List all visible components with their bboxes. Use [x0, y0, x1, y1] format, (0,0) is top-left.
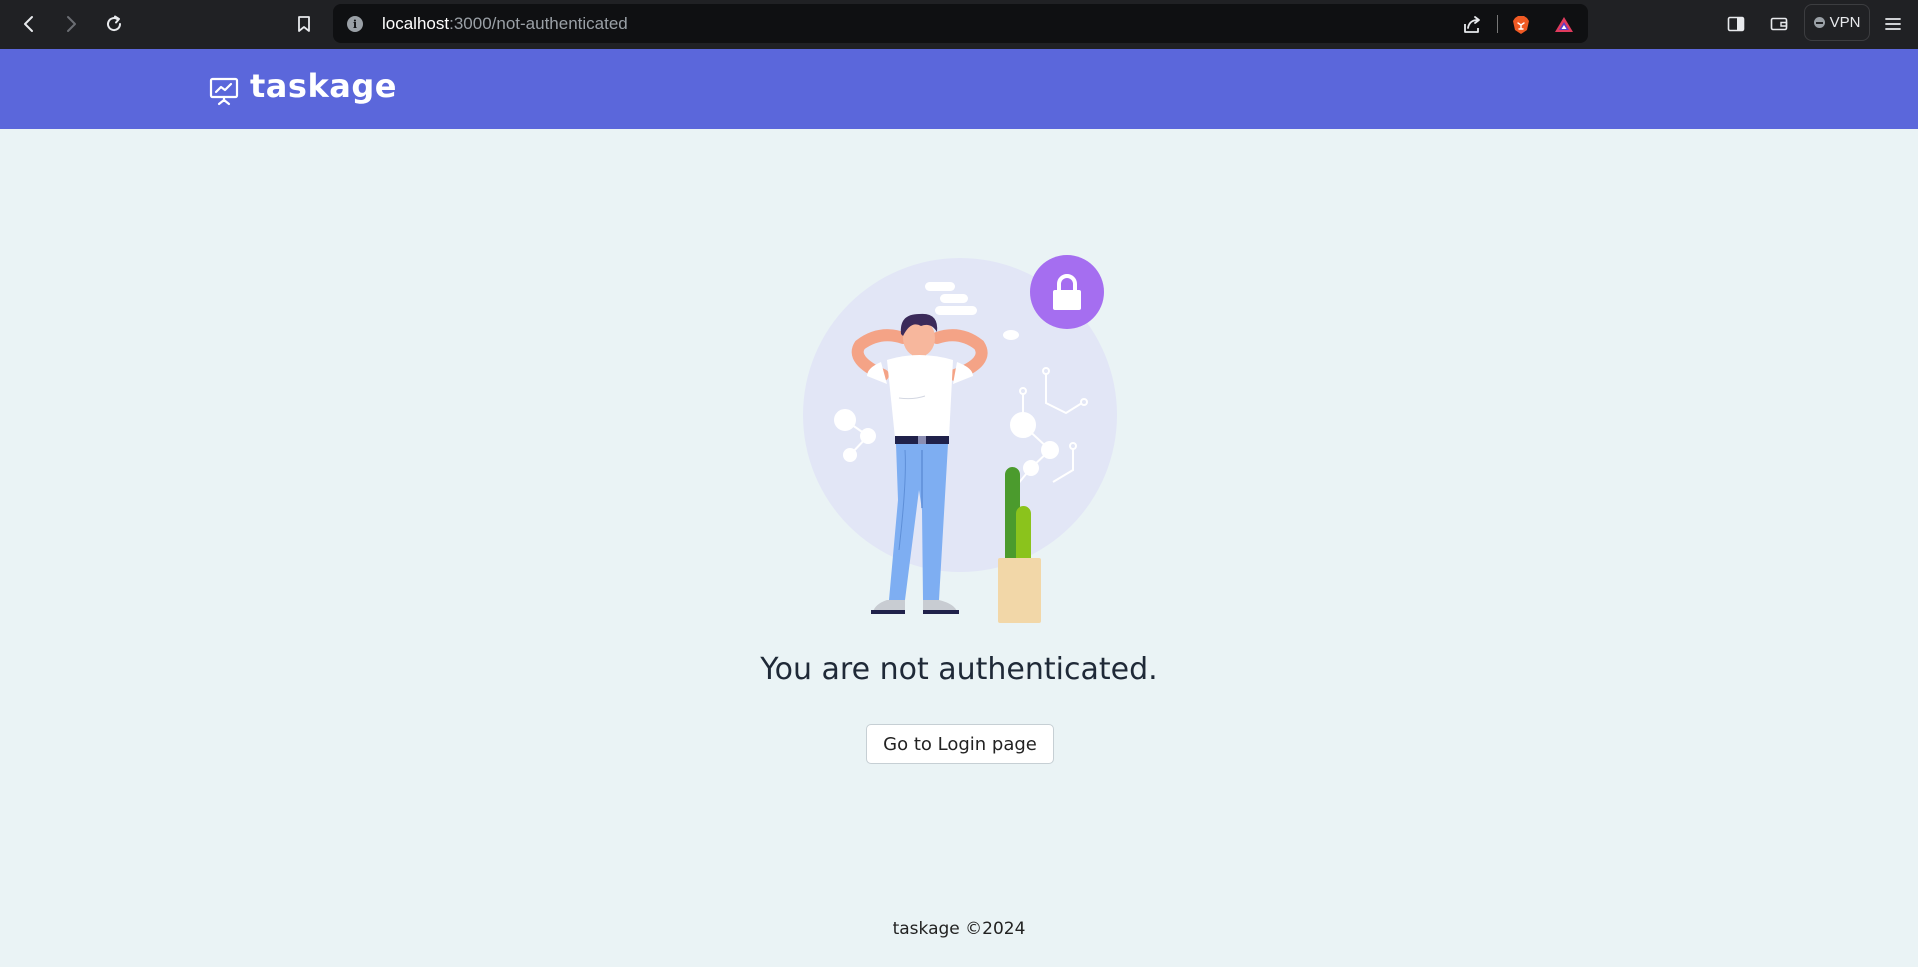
app-header: taskage	[0, 49, 1918, 129]
sidebar-icon	[1727, 16, 1745, 32]
wallet-button[interactable]	[1765, 10, 1793, 38]
address-bar[interactable]: i localhost:3000/not-authenticated	[333, 4, 1588, 43]
app-logo-text[interactable]: taskage	[250, 67, 397, 105]
back-button[interactable]	[15, 10, 43, 38]
arrow-right-icon	[67, 16, 76, 32]
vpn-status-icon	[1813, 17, 1825, 28]
vpn-button[interactable]: VPN	[1804, 4, 1870, 41]
url-host: localhost	[382, 14, 450, 33]
reload-icon	[107, 15, 122, 32]
share-icon	[1464, 16, 1480, 33]
reload-button[interactable]	[100, 10, 128, 38]
sidebar-button[interactable]	[1722, 10, 1750, 38]
share-button[interactable]	[1461, 14, 1483, 36]
brave-lion-icon	[1513, 16, 1529, 34]
site-info-icon[interactable]: i	[347, 16, 363, 32]
browser-toolbar: i localhost:3000/not-authenticated VPN	[0, 0, 1918, 49]
wallet-icon	[1770, 17, 1788, 31]
footer-text: taskage ©2024	[892, 919, 1026, 939]
go-to-login-button[interactable]: Go to Login page	[866, 724, 1054, 764]
forward-button[interactable]	[57, 10, 85, 38]
not-authenticated-message: You are not authenticated.	[760, 652, 1158, 687]
url-path: :3000/not-authenticated	[449, 14, 628, 33]
main-menu-button[interactable]	[1879, 10, 1907, 38]
bookmark-button[interactable]	[290, 10, 318, 38]
hamburger-menu-icon	[1885, 18, 1901, 30]
not-authenticated-illustration	[803, 255, 1117, 623]
vpn-label: VPN	[1829, 14, 1861, 31]
rewards-triangle-icon	[1555, 17, 1573, 32]
rewards-button[interactable]	[1553, 14, 1575, 36]
presentation-chart-icon	[209, 77, 239, 106]
bookmark-icon	[298, 16, 310, 32]
url-text[interactable]: localhost:3000/not-authenticated	[382, 14, 628, 34]
brave-shields-button[interactable]	[1510, 14, 1532, 36]
arrow-left-icon	[24, 16, 33, 32]
address-divider	[1497, 15, 1498, 33]
